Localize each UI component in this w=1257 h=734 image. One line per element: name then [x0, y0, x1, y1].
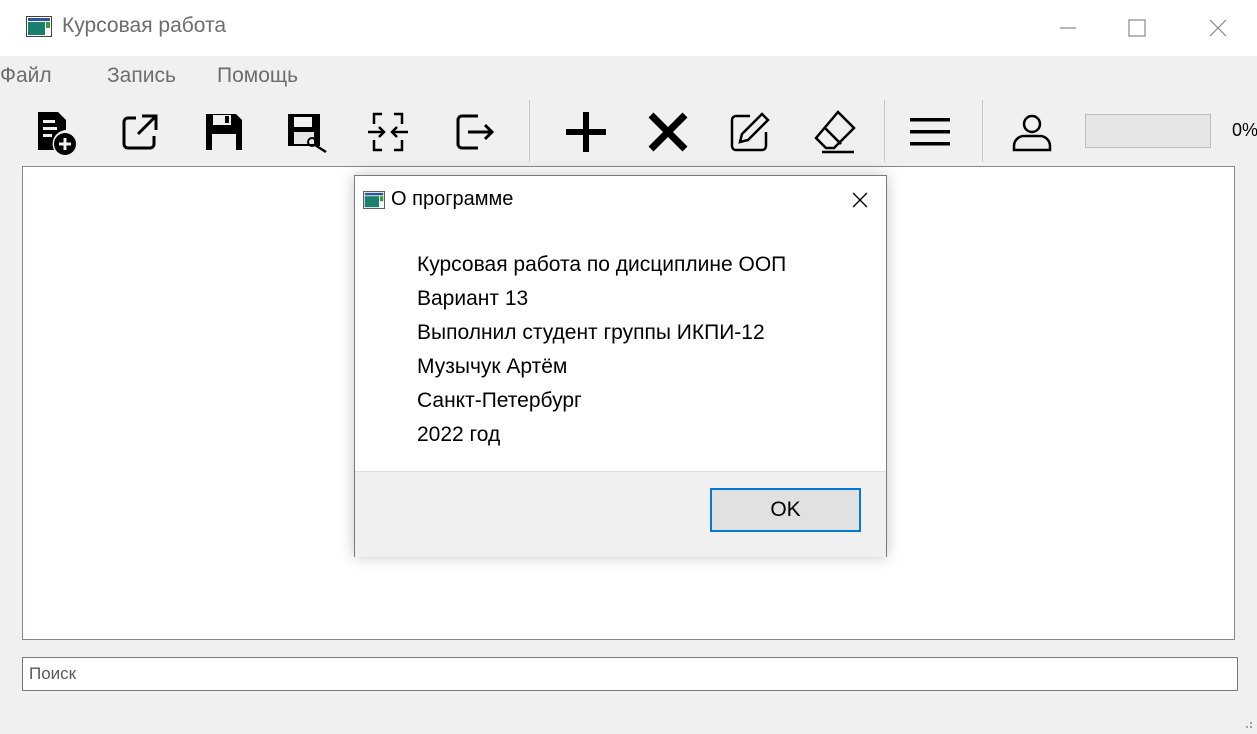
close-icon — [852, 192, 868, 208]
dialog-line: Выполнил студент группы ИКПИ-12 — [417, 321, 765, 344]
toolbar-separator — [982, 100, 983, 162]
edit-button[interactable] — [724, 106, 776, 158]
save-as-icon — [288, 114, 327, 154]
ok-button[interactable]: OK — [710, 488, 861, 532]
export-button[interactable] — [114, 106, 166, 158]
menu-help[interactable]: Помощь — [217, 64, 298, 88]
maximize-button[interactable] — [1115, 12, 1159, 44]
dialog-line: Курсовая работа по дисциплине ООП — [417, 253, 787, 276]
search-input[interactable] — [22, 657, 1238, 691]
exit-button[interactable] — [448, 106, 500, 158]
menu-icon — [910, 118, 950, 146]
menu-button[interactable] — [904, 106, 956, 158]
eraser-button[interactable] — [808, 106, 860, 158]
dialog-line: 2022 год — [417, 423, 501, 446]
delete-button[interactable] — [642, 106, 694, 158]
dialog-close-button[interactable] — [842, 182, 878, 218]
title-bar: Курсовая работа — [0, 0, 1257, 56]
toolbar-separator — [529, 100, 530, 162]
window-title: Курсовая работа — [62, 14, 227, 37]
delete-icon — [648, 112, 688, 152]
about-dialog: О программе Курсовая работа по дисциплин… — [354, 175, 887, 557]
save-icon — [206, 114, 242, 150]
save-button[interactable] — [198, 106, 250, 158]
toolbar-separator — [884, 100, 885, 162]
app-icon — [26, 16, 52, 37]
minimize-button[interactable] — [1046, 12, 1090, 44]
toolbar: 0% — [0, 98, 1257, 166]
add-icon — [566, 112, 606, 152]
save-as-button[interactable] — [282, 106, 334, 158]
merge-icon — [368, 112, 408, 152]
menu-file[interactable]: Файл — [0, 64, 52, 88]
dialog-message: Курсовая работа по дисциплине ООП Вариан… — [417, 248, 786, 452]
exit-icon — [456, 114, 495, 150]
user-button[interactable] — [1006, 106, 1058, 158]
progress-percent: 0% — [1232, 120, 1257, 140]
eraser-icon — [814, 110, 856, 154]
dialog-line: Вариант 13 — [417, 287, 529, 310]
dialog-footer: OK — [355, 471, 886, 557]
export-icon — [122, 114, 158, 150]
resize-grip[interactable] — [1239, 715, 1253, 729]
user-icon — [1012, 114, 1052, 152]
dialog-title: О программе — [391, 188, 514, 210]
add-button[interactable] — [560, 106, 612, 158]
new-file-icon — [38, 112, 76, 155]
menu-record[interactable]: Запись — [107, 64, 176, 88]
progress-bar — [1085, 114, 1211, 148]
dialog-line: Санкт-Петербург — [417, 389, 582, 412]
close-button[interactable] — [1196, 12, 1240, 44]
menu-bar: Файл Запись Помощь — [0, 60, 1257, 96]
merge-button[interactable] — [362, 106, 414, 158]
dialog-app-icon — [363, 191, 385, 209]
dialog-line: Музычук Артём — [417, 355, 568, 378]
new-file-button[interactable] — [28, 106, 80, 158]
edit-icon — [730, 112, 770, 152]
